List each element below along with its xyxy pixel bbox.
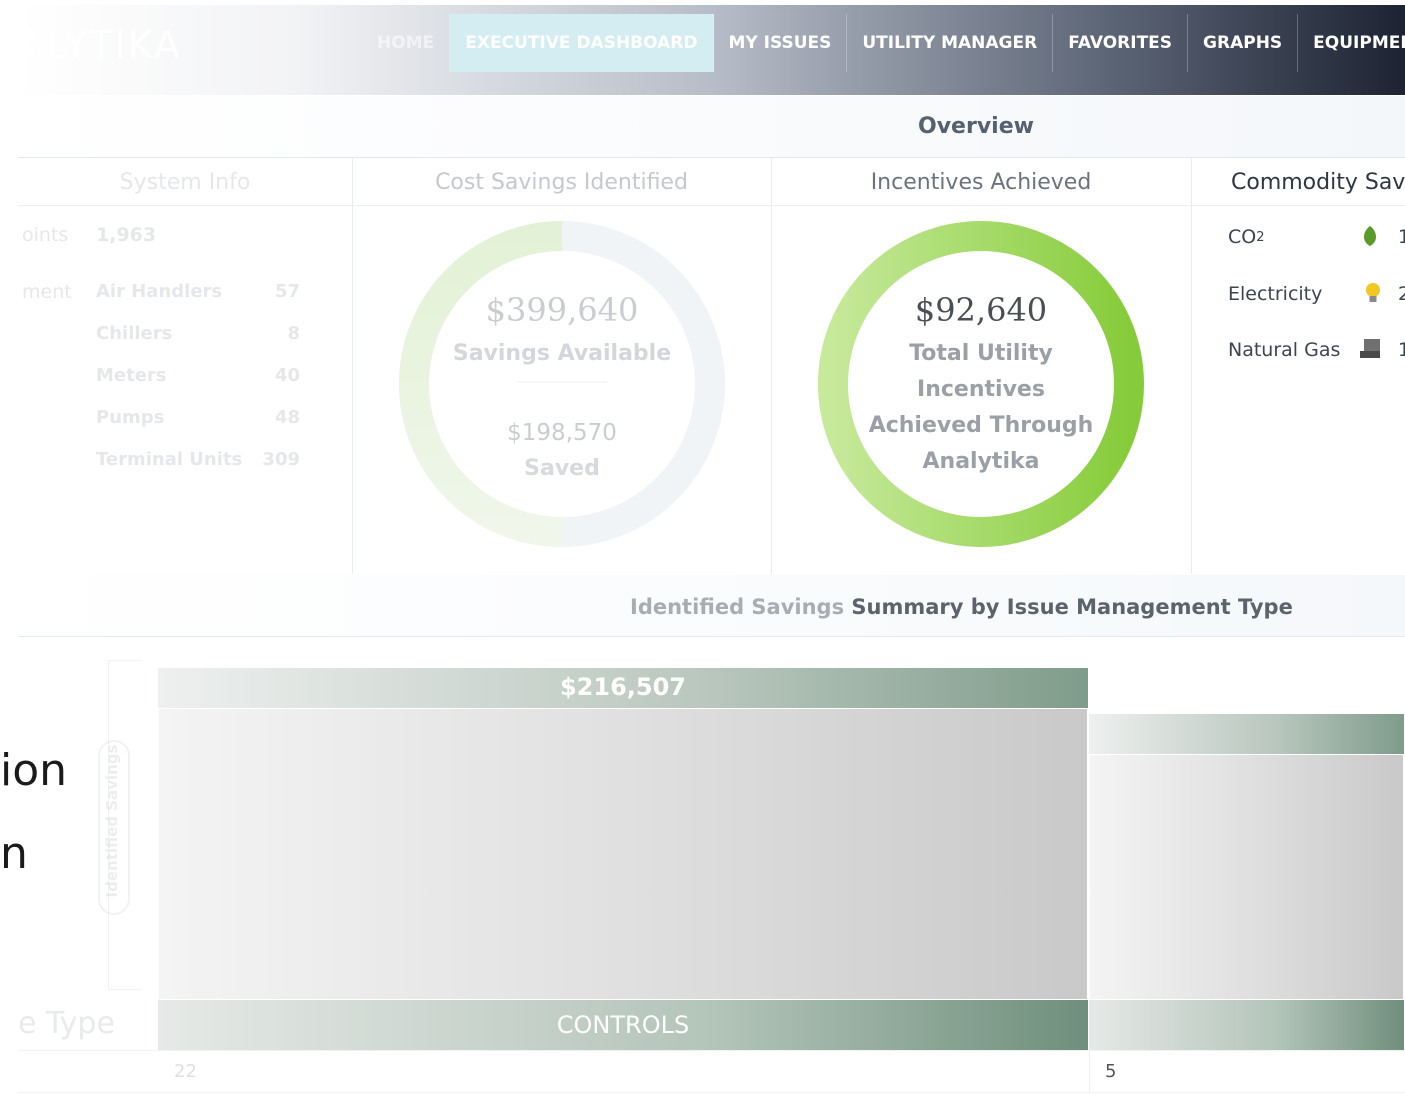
count-controls: 22 <box>174 1061 197 1082</box>
equipment-name: Meters <box>96 365 167 386</box>
savings-chart: $216,507 CONTROLS <box>158 668 1405 1050</box>
main-nav: HOME EXECUTIVE DASHBOARD MY ISSUES UTILI… <box>362 14 1405 72</box>
cost-savings-heading: Cost Savings Identified <box>352 160 771 206</box>
commodity-row-electricity[interactable]: Electricity <box>1228 283 1322 305</box>
summary-header: Identified Savings Summary by Issue Mana… <box>18 575 1405 637</box>
cost-savings-donut[interactable] <box>397 219 727 549</box>
nav-graphs[interactable]: GRAPHS <box>1188 14 1299 72</box>
incentives-line-2: Incentives <box>917 377 1045 402</box>
commodity-label: Natural Gas <box>1228 339 1341 361</box>
top-nav-bar: ALYTIKA HOME EXECUTIVE DASHBOARD MY ISSU… <box>18 5 1405 95</box>
incentives-line-3: Achieved Through <box>868 413 1094 438</box>
column-divider <box>771 158 772 574</box>
savings-available-label: Savings Available <box>452 341 672 366</box>
count-row <box>18 1050 1405 1093</box>
nav-home[interactable]: HOME <box>362 14 451 72</box>
commodity-value: 2 <box>1398 283 1405 305</box>
equipment-count: 57 <box>274 281 300 302</box>
commodity-subscript: 2 <box>1256 229 1265 245</box>
saved-label: Saved <box>524 456 600 481</box>
equipment-name: Pumps <box>96 407 165 428</box>
equipment-row[interactable]: Meters 40 <box>96 365 300 386</box>
points-label: oints <box>22 224 69 246</box>
equipment-count: 48 <box>274 407 300 428</box>
bar[interactable] <box>158 709 1088 999</box>
summary-title: Identified Savings Summary by Issue Mana… <box>630 595 1293 619</box>
gas-meter-icon <box>1360 339 1380 358</box>
lightbulb-icon <box>1366 283 1380 302</box>
equipment-row[interactable]: Pumps 48 <box>96 407 300 428</box>
points-value: 1,963 <box>96 224 157 246</box>
commodity-value: 1 <box>1398 339 1405 361</box>
incentives-value: $92,640 <box>914 291 1048 329</box>
app-logo[interactable]: ALYTIKA <box>18 23 182 67</box>
nav-equipment[interactable]: EQUIPMENT <box>1298 14 1405 72</box>
column-divider <box>352 158 353 574</box>
commodity-row-natural-gas[interactable]: Natural Gas <box>1228 339 1340 361</box>
overview-header: Overview <box>18 96 1405 158</box>
overlay-text-line-2: n <box>0 828 28 879</box>
incentives-line-1: Total Utility <box>909 341 1053 366</box>
commodity-heading: Commodity Savi <box>1191 160 1405 206</box>
overlay-text-line-1: ion <box>0 745 68 796</box>
nav-favorites[interactable]: FAVORITES <box>1053 14 1189 72</box>
nav-executive-dashboard[interactable]: EXECUTIVE DASHBOARD <box>450 14 714 72</box>
y-axis-label: Identified Savings <box>103 744 121 898</box>
summary-title-part-1: Identified Savings <box>630 595 852 619</box>
count-divider <box>1089 1050 1090 1093</box>
nav-utility-manager[interactable]: UTILITY MANAGER <box>847 14 1054 72</box>
equipment-row[interactable]: Terminal Units 309 <box>96 449 300 470</box>
summary-title-part-2: Summary by Issue Management Type <box>851 595 1293 619</box>
nav-my-issues[interactable]: MY ISSUES <box>714 14 848 72</box>
saved-value: $198,570 <box>507 420 617 446</box>
equipment-name: Chillers <box>96 323 173 344</box>
equipment-name: Terminal Units <box>96 449 243 470</box>
savings-available-value: $399,640 <box>485 291 639 329</box>
leaf-icon <box>1364 226 1376 246</box>
equipment-count: 8 <box>287 323 300 344</box>
commodity-label: CO <box>1228 226 1257 248</box>
commodity-value: 1 <box>1398 226 1405 248</box>
column-divider <box>1191 158 1192 574</box>
category-label: CONTROLS <box>556 1011 690 1039</box>
bar-value-header[interactable] <box>1089 714 1404 754</box>
equipment-count: 40 <box>274 365 300 386</box>
equipment-row[interactable]: Chillers 8 <box>96 323 300 344</box>
commodity-row-co2[interactable]: CO 2 <box>1228 226 1265 248</box>
equipment-label: ment <box>22 281 72 303</box>
bar-value-header[interactable]: $216,507 <box>158 668 1088 708</box>
equipment-row[interactable]: Air Handlers 57 <box>96 281 300 302</box>
incentives-heading: Incentives Achieved <box>771 160 1191 206</box>
category-bar[interactable] <box>1089 1000 1404 1050</box>
category-bar[interactable]: CONTROLS <box>158 1000 1088 1050</box>
equipment-count: 309 <box>262 449 300 470</box>
donut-saved-arc <box>399 221 563 547</box>
bar-value-label: $216,507 <box>559 673 686 701</box>
count-second: 5 <box>1105 1061 1117 1082</box>
incentives-line-4: Analytika <box>922 449 1040 474</box>
commodity-label: Electricity <box>1228 283 1323 305</box>
overview-title: Overview <box>918 114 1034 139</box>
bar[interactable] <box>1089 755 1404 999</box>
equipment-name: Air Handlers <box>96 281 223 302</box>
system-info-heading: System Info <box>18 160 352 206</box>
x-axis-label: e Type <box>18 1006 115 1041</box>
